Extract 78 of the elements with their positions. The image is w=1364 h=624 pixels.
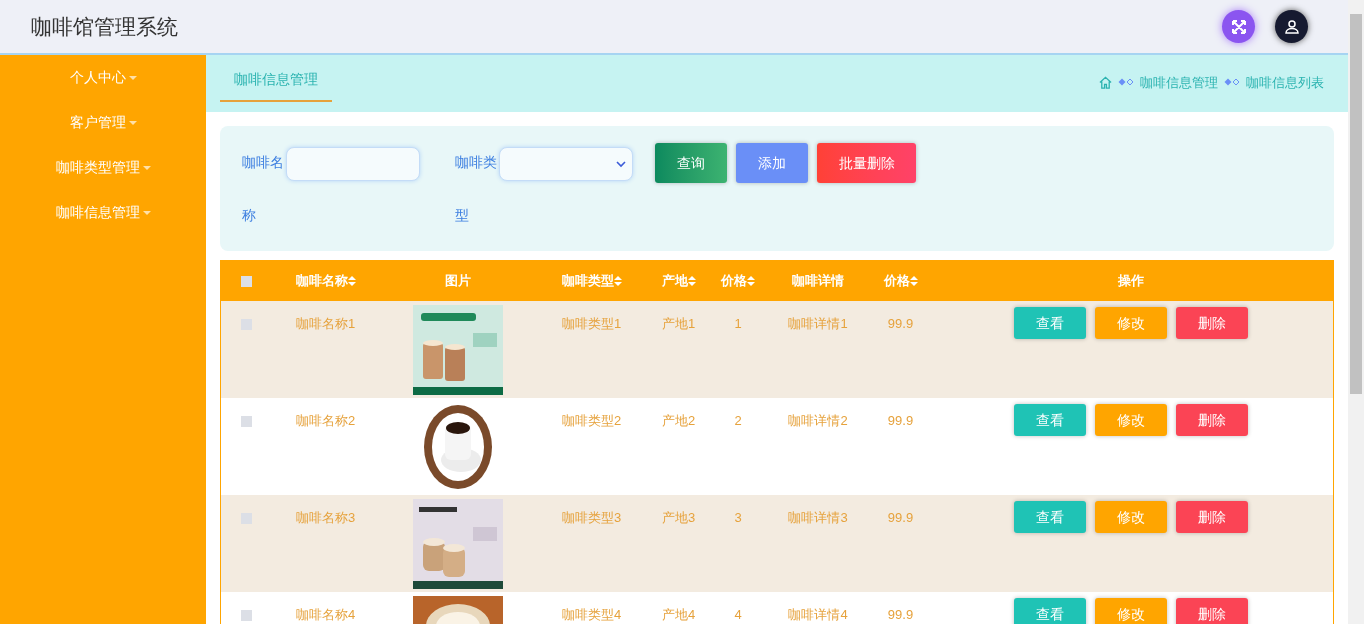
checkbox[interactable] — [240, 610, 252, 621]
field-label: 咖啡名称 — [242, 153, 285, 225]
sort-icon — [909, 276, 918, 286]
column-header[interactable]: 价格 — [721, 271, 755, 291]
view-button[interactable]: 查看 — [1014, 404, 1086, 436]
table-cell: 咖啡名称3 — [296, 509, 356, 527]
table-cell: 99.9 — [887, 315, 914, 333]
sort-icon — [614, 276, 622, 286]
checkbox[interactable] — [240, 275, 252, 287]
sidebar-item[interactable]: 咖啡类型管理 — [55, 145, 151, 190]
table-cell: 咖啡类型2 — [562, 412, 622, 430]
app-title: 咖啡馆管理系统 — [31, 13, 178, 40]
view-button[interactable]: 查看 — [1014, 501, 1086, 533]
column-header[interactable]: 咖啡详情 — [792, 271, 844, 291]
sort-icon — [747, 276, 755, 286]
sidebar-item[interactable]: 客户管理 — [69, 100, 137, 145]
table-cell: 咖啡类型1 — [562, 315, 622, 333]
view-button[interactable]: 查看 — [1014, 598, 1086, 624]
page-tab[interactable]: 咖啡信息管理 — [220, 69, 332, 102]
caret-icon — [142, 165, 151, 170]
table-cell: 咖啡名称2 — [296, 412, 356, 430]
chevron-icon — [616, 160, 626, 168]
select-field[interactable] — [499, 147, 633, 181]
table-cell: 99.9 — [887, 606, 914, 624]
home-icon[interactable] — [1099, 75, 1112, 89]
sort-icon — [688, 276, 696, 286]
sidebar-item[interactable]: 咖啡信息管理 — [55, 190, 151, 235]
column-header[interactable]: 图片 — [413, 271, 503, 291]
column-header[interactable]: 咖啡类型 — [562, 271, 622, 291]
table-cell: 咖啡详情1 — [788, 315, 848, 333]
view-button[interactable]: 查看 — [1014, 307, 1086, 339]
breadcrumb-link[interactable]: 咖啡信息列表 — [1246, 72, 1324, 92]
delete-button[interactable]: 删除 — [1176, 598, 1248, 624]
edit-button[interactable]: 修改 — [1095, 598, 1167, 624]
table-cell: 3 — [734, 509, 742, 527]
caret-icon — [128, 120, 137, 125]
search-button[interactable]: 查询 — [655, 143, 727, 183]
delete-button[interactable]: 删除 — [1176, 404, 1248, 436]
edit-button[interactable]: 修改 — [1095, 307, 1167, 339]
sidebar-item[interactable]: 个人中心 — [69, 55, 137, 100]
fullscreen-icon[interactable] — [1222, 10, 1255, 43]
table-cell: 99.9 — [887, 509, 914, 527]
table-cell: 产地2 — [662, 412, 696, 430]
table-cell: 2 — [734, 412, 742, 430]
field-label: 咖啡类型 — [455, 153, 498, 225]
table-cell: 咖啡类型3 — [562, 509, 622, 527]
user-icon[interactable] — [1275, 10, 1308, 43]
table-cell: 咖啡详情4 — [788, 606, 848, 624]
separator-icon — [1224, 78, 1240, 87]
table-cell: 1 — [734, 315, 742, 333]
delete-button[interactable]: 删除 — [1176, 501, 1248, 533]
table-cell: 咖啡详情2 — [788, 412, 848, 430]
table-cell: 产地1 — [662, 315, 696, 333]
edit-button[interactable]: 修改 — [1095, 404, 1167, 436]
column-header[interactable]: 操作 — [1118, 271, 1144, 291]
table-cell: 4 — [734, 606, 742, 624]
table-cell: 99.9 — [887, 412, 914, 430]
table-cell: 咖啡名称4 — [296, 606, 356, 624]
column-header[interactable]: 产地 — [662, 271, 696, 291]
caret-icon — [142, 210, 151, 215]
add-button[interactable]: 添加 — [736, 143, 808, 183]
sort-icon — [348, 276, 356, 286]
table-cell: 咖啡名称1 — [296, 315, 356, 333]
table-cell: 咖啡详情3 — [788, 509, 848, 527]
table-cell: 产地3 — [662, 509, 696, 527]
delete-button[interactable]: 批量删除 — [817, 143, 916, 183]
edit-button[interactable]: 修改 — [1095, 501, 1167, 533]
table-cell: 咖啡类型4 — [562, 606, 622, 624]
scrollbar[interactable] — [1348, 0, 1364, 624]
breadcrumb-link[interactable]: 咖啡信息管理 — [1140, 72, 1218, 92]
delete-button[interactable]: 删除 — [1176, 307, 1248, 339]
separator-icon — [1118, 78, 1134, 87]
column-header[interactable]: 咖啡名称 — [296, 271, 356, 291]
table-cell: 产地4 — [662, 606, 696, 624]
input-field[interactable] — [286, 147, 420, 181]
column-header[interactable]: 价格 — [883, 271, 918, 291]
caret-icon — [128, 75, 137, 80]
checkbox[interactable] — [240, 416, 252, 427]
